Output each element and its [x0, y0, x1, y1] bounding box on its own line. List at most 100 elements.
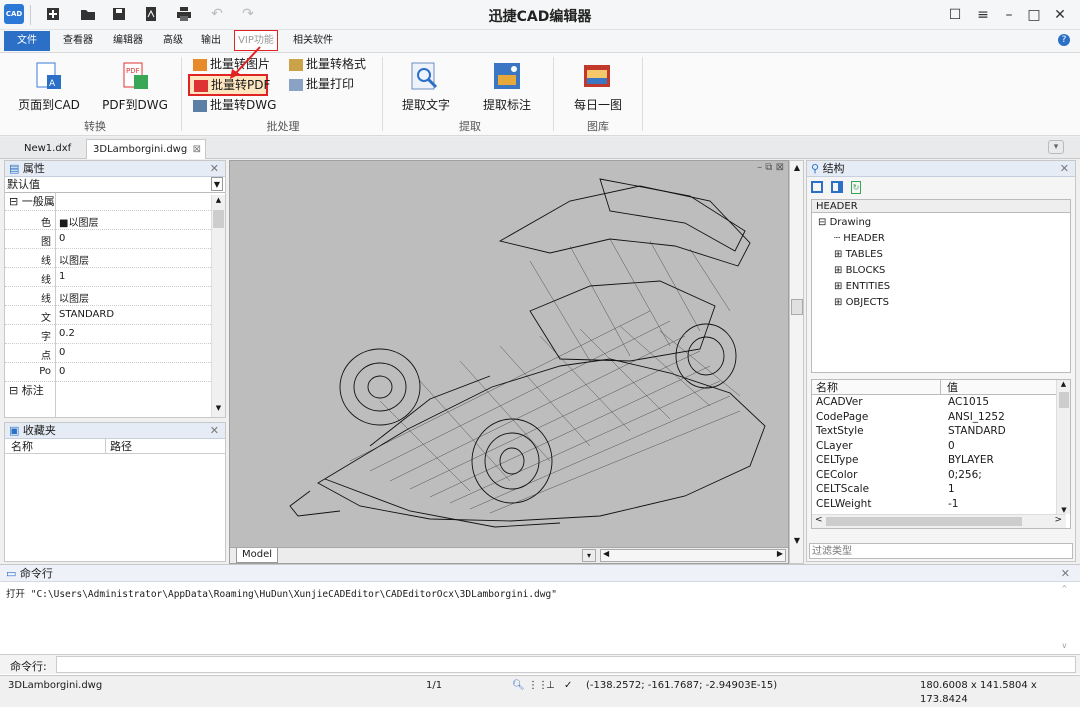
horizontal-scrollbar[interactable]: < > [812, 514, 1066, 528]
header-field[interactable]: HEADER [811, 199, 1071, 213]
scroll-left-icon[interactable]: ◀ [603, 549, 609, 558]
command-input[interactable] [56, 656, 1076, 673]
close-icon[interactable]: ⊠ [193, 140, 201, 160]
command-panel: ▭ 命令行 ✕ 打开 "C:\Users\Administrator\AppDa… [0, 564, 1080, 675]
col-name[interactable]: 名称 [816, 380, 838, 395]
col-value[interactable]: 值 [940, 380, 958, 395]
doc-tab-new1[interactable]: New1.dxf [18, 139, 77, 159]
property-row[interactable]: 线以图层 [5, 287, 225, 306]
svg-text:A: A [49, 79, 56, 89]
zoom-icon[interactable]: 🔍︎ [512, 679, 525, 693]
col-path[interactable]: 路径 [105, 439, 132, 454]
batch-print-button[interactable]: 批量打印 [289, 75, 354, 93]
property-row[interactable]: 字 0.2 [5, 325, 225, 344]
properties-dropdown[interactable]: 默认值 ▼ [5, 177, 225, 193]
list-view-icon[interactable] [811, 181, 823, 193]
close-icon[interactable]: ✕ [210, 423, 219, 439]
snap-icon[interactable]: ✓ [564, 679, 572, 693]
property-row[interactable]: 文 STANDARD [5, 306, 225, 325]
tab-file[interactable]: 文件 [4, 31, 50, 51]
page-to-cad-button[interactable]: 页面到CAD [14, 96, 84, 113]
close-icon[interactable]: ✕ [1061, 565, 1070, 582]
feedback-icon[interactable]: ☐ [944, 6, 966, 24]
chevron-down-icon[interactable]: ▼ [211, 177, 223, 191]
pdf-to-dwg-button[interactable]: PDF到DWG [98, 96, 172, 113]
tree-node-objects[interactable]: ⊞ OBJECTS [812, 295, 1070, 311]
col-name[interactable]: 名称 [11, 439, 33, 454]
table-row[interactable]: CLayer 0 [812, 439, 1070, 454]
tree-node-tables[interactable]: ⊞ TABLES [812, 247, 1070, 263]
close-icon[interactable]: ✕ [210, 161, 219, 177]
tab-related-software[interactable]: 相关软件 [288, 32, 338, 50]
scroll-right-icon[interactable]: > [1054, 515, 1062, 525]
property-value: 以图层 [59, 294, 89, 305]
maximize-icon[interactable]: □ [1023, 6, 1045, 24]
vertical-scrollbar[interactable]: ▲ ▼ [789, 160, 804, 564]
scrollbar[interactable]: ^ v [1062, 584, 1074, 650]
scroll-thumb[interactable] [826, 517, 1022, 526]
extract-annotation-button[interactable]: 提取标注 [475, 96, 539, 113]
scroll-right-icon[interactable]: ▶ [777, 549, 783, 558]
tab-viewer[interactable]: 查看器 [58, 32, 98, 50]
scroll-up-icon[interactable]: ▲ [213, 196, 224, 208]
batch-to-format-button[interactable]: 批量转格式 [289, 55, 366, 73]
ortho-icon[interactable]: ⊥ [546, 679, 555, 693]
extract-text-button[interactable]: 提取文字 [395, 96, 457, 113]
table-row[interactable]: CELWeight -1 [812, 497, 1070, 512]
divider [181, 57, 182, 131]
daily-image-button[interactable]: 每日一图 [567, 96, 629, 113]
scroll-down-icon[interactable]: ▼ [1057, 506, 1071, 514]
property-value: 0.2 [59, 328, 75, 339]
scroll-up-icon[interactable]: ▲ [791, 163, 803, 172]
tab-advanced[interactable]: 高级 [158, 32, 188, 50]
scroll-down-icon[interactable]: v [1062, 641, 1067, 650]
tree-node-header[interactable]: ┈ HEADER [812, 231, 1070, 247]
tree-node-blocks[interactable]: ⊞ BLOCKS [812, 263, 1070, 279]
drawing-canvas[interactable]: – ⧉ ⊠ Model ▾ ◀ ▶ [229, 160, 789, 564]
property-row[interactable]: 色 ■以图层 [5, 211, 225, 230]
table-row[interactable]: CELTScale 1 [812, 482, 1070, 497]
scroll-down-icon[interactable]: ▼ [213, 404, 224, 416]
scroll-thumb[interactable] [791, 299, 803, 315]
grid-icon[interactable]: ⋮⋮ [528, 679, 548, 693]
scrollbar[interactable]: ▲ ▼ [211, 195, 225, 417]
horizontal-scrollbar[interactable]: ◀ ▶ [600, 549, 786, 562]
minimize-icon[interactable]: – [998, 6, 1020, 24]
scroll-up-icon[interactable]: ▲ [1057, 380, 1070, 388]
properties-icon: ▤ [9, 162, 23, 175]
scroll-down-icon[interactable]: ▼ [791, 536, 803, 545]
property-row[interactable]: 线以图层 [5, 249, 225, 268]
section-general[interactable]: ⊟ 一般属 [5, 193, 225, 211]
scroll-thumb[interactable] [1059, 392, 1069, 408]
tab-editor[interactable]: 编辑器 [108, 32, 148, 50]
property-row[interactable]: Po 0 [5, 363, 225, 382]
property-row[interactable]: 点0 [5, 344, 225, 363]
filter-input[interactable] [809, 543, 1073, 559]
table-row[interactable]: CELType BYLAYER [812, 453, 1070, 468]
scroll-up-icon[interactable]: ^ [1062, 584, 1074, 593]
table-row[interactable]: ACADVer AC1015 [812, 395, 1070, 410]
doc-tab-3dlamborgini[interactable]: 3DLamborgini.dwg ⊠ [86, 139, 206, 159]
chevron-down-icon[interactable]: ▾ [582, 549, 596, 562]
scrollbar[interactable]: ▲ ▼ [1056, 380, 1070, 514]
split-view-icon[interactable] [831, 181, 843, 193]
table-row[interactable]: CEColor 0;256; [812, 468, 1070, 483]
structure-toolbar: ↻ [807, 177, 1075, 199]
tree-node-entities[interactable]: ⊞ ENTITIES [812, 279, 1070, 295]
property-row[interactable]: 线1 [5, 268, 225, 287]
chevron-down-icon[interactable]: ▾ [1048, 140, 1064, 154]
section-dimension[interactable]: ⊟ 标注 [5, 382, 225, 400]
batch-to-dwg-button[interactable]: 批量转DWG [193, 96, 276, 114]
property-row[interactable]: 图0 [5, 230, 225, 249]
menu-icon[interactable]: ≡ [972, 6, 994, 24]
scroll-left-icon[interactable]: < [815, 515, 823, 525]
close-icon[interactable]: ✕ [1060, 161, 1069, 177]
refresh-icon[interactable]: ↻ [851, 181, 861, 194]
close-icon[interactable]: ✕ [1049, 6, 1071, 24]
model-tab[interactable]: Model [236, 548, 278, 563]
table-row[interactable]: TextStyle STANDARD [812, 424, 1070, 439]
scroll-thumb[interactable] [213, 210, 224, 228]
table-row[interactable]: CodePage ANSI_1252 [812, 410, 1070, 425]
tree-node-drawing[interactable]: ⊟ Drawing [812, 215, 1070, 231]
help-icon[interactable]: ? [1058, 34, 1070, 46]
